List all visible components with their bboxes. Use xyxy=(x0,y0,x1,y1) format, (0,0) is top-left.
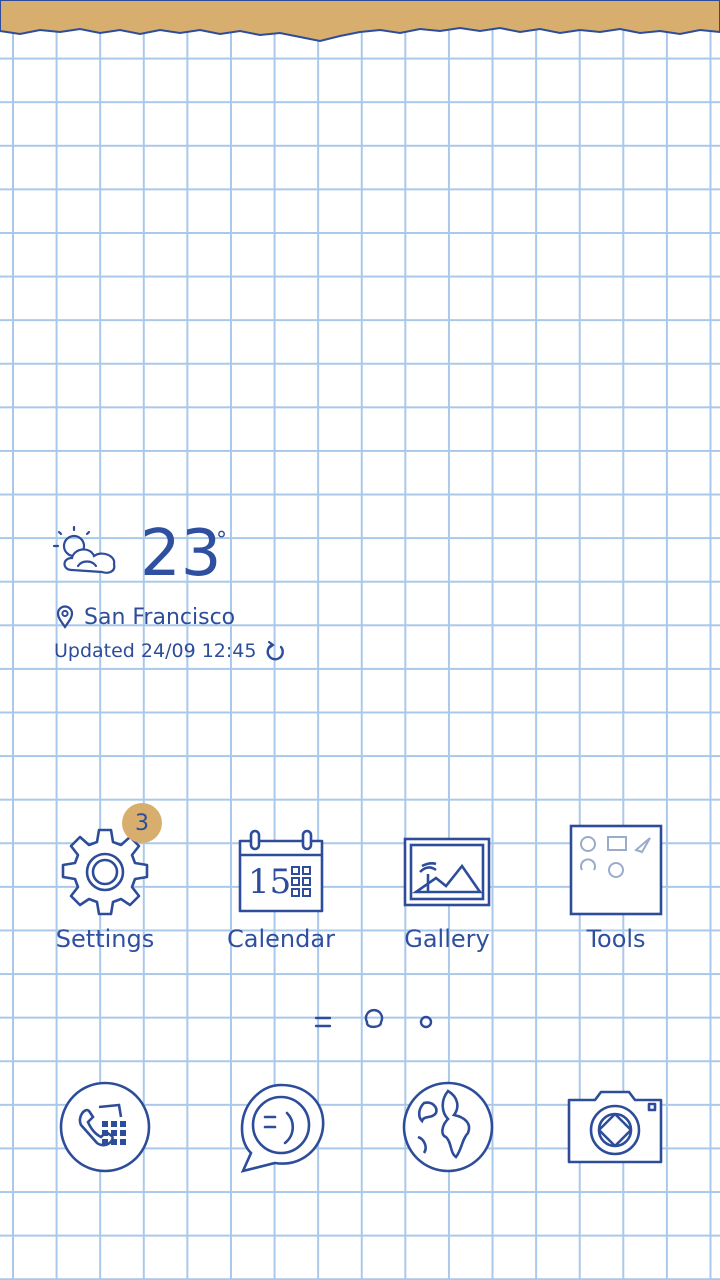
location-row[interactable]: San Francisco xyxy=(56,604,235,630)
dock-browser[interactable] xyxy=(393,1072,503,1182)
temperature: 23 xyxy=(140,517,222,591)
picture-icon xyxy=(403,837,491,907)
app-label-gallery: Gallery xyxy=(404,925,490,953)
page-dot-3 xyxy=(419,1015,433,1029)
app-label-settings: Settings xyxy=(55,925,155,953)
app-gallery[interactable]: Gallery xyxy=(367,824,527,954)
message-icon xyxy=(240,1083,325,1173)
notification-badge: 3 xyxy=(122,803,162,843)
degree-symbol: ° xyxy=(216,528,227,553)
folder-icon xyxy=(569,824,663,916)
calendar-icon: 15 xyxy=(238,829,324,913)
page-dot-2 xyxy=(364,1009,384,1029)
updated-row[interactable]: Updated 24/09 12:45 xyxy=(54,640,286,662)
dock-camera[interactable] xyxy=(560,1072,670,1182)
dock-phone[interactable] xyxy=(50,1072,160,1182)
app-label-tools: Tools xyxy=(586,925,646,953)
camera-icon xyxy=(567,1090,663,1164)
top-tape xyxy=(0,0,720,43)
app-label-calendar: Calendar xyxy=(227,925,335,953)
dock-messages[interactable] xyxy=(226,1072,336,1182)
refresh-icon[interactable] xyxy=(264,640,286,662)
app-settings[interactable]: Settings xyxy=(25,824,185,954)
weather-widget[interactable]: 23 ° San Francisco Updated 24/09 12:45 xyxy=(52,518,372,672)
app-calendar[interactable]: 15 Calendar xyxy=(201,824,361,954)
app-tools[interactable]: Tools xyxy=(536,824,696,954)
location-pin-icon xyxy=(56,605,74,629)
page-indicator[interactable] xyxy=(300,1008,440,1038)
phone-icon xyxy=(59,1081,151,1173)
location-name: San Francisco xyxy=(84,604,236,630)
globe-icon xyxy=(402,1081,494,1173)
home-page-dot xyxy=(314,1016,332,1028)
calendar-date: 15 xyxy=(248,862,291,902)
partly-cloudy-icon xyxy=(52,526,116,574)
updated-text: Updated 24/09 12:45 xyxy=(54,640,257,662)
